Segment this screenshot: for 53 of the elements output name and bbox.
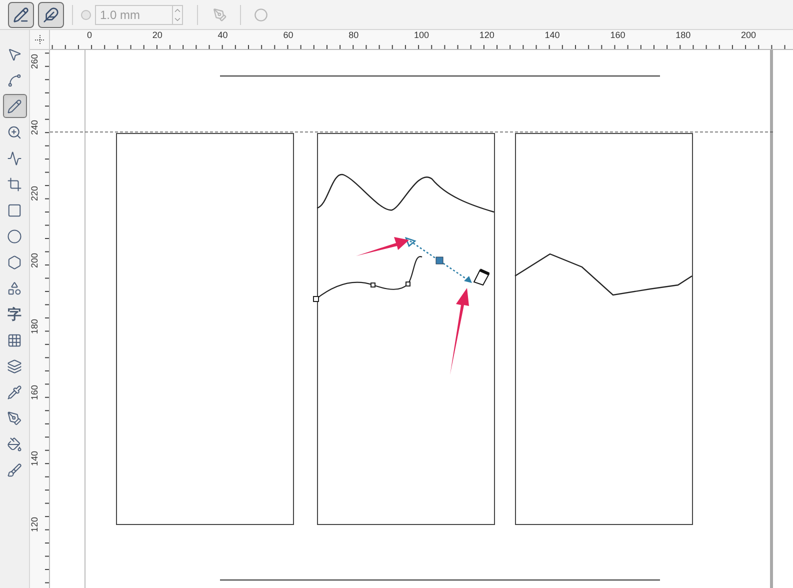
wave-icon <box>7 150 22 166</box>
ruler-label: 60 <box>283 31 294 40</box>
layers-icon <box>7 358 22 374</box>
pen-nib-icon <box>213 8 227 22</box>
dashed-pen-path-drawing[interactable] <box>404 236 472 283</box>
text-tool-button[interactable]: 字 <box>2 302 26 326</box>
pencil-icon <box>7 98 22 114</box>
pointer-icon <box>7 46 22 62</box>
ruler-label: 80 <box>348 31 359 40</box>
curve-node-icon <box>7 72 22 88</box>
ruler-label: 140 <box>30 450 40 468</box>
freehand-tool-button[interactable] <box>2 94 26 118</box>
polygon-icon <box>7 254 22 270</box>
brush-icon <box>7 462 22 478</box>
ruler-label: 120 <box>30 516 40 534</box>
ruler-label: 160 <box>30 384 40 402</box>
outline-width-icon <box>81 10 91 20</box>
paint-bucket-icon <box>7 436 22 452</box>
ruler-label: 160 <box>610 31 626 40</box>
arrow-annotation <box>356 237 409 256</box>
ruler-label: 140 <box>544 31 560 40</box>
freehand-curve-drawing[interactable] <box>313 256 422 302</box>
ruler-label: 180 <box>676 31 691 40</box>
ruler-label: 240 <box>30 119 40 137</box>
shapes-icon <box>7 280 22 296</box>
crop-icon <box>7 176 22 192</box>
ruler-label: 180 <box>30 318 40 336</box>
eyedropper-icon <box>7 384 22 400</box>
ruler-label: 40 <box>218 31 228 40</box>
pen-cursor-icon <box>473 268 490 286</box>
rectangle-frame[interactable] <box>317 133 495 525</box>
auto-close-button[interactable] <box>8 2 34 28</box>
table-icon <box>7 332 22 348</box>
zoom-icon <box>7 124 22 140</box>
circle-icon <box>254 8 268 22</box>
ruler-label: 200 <box>741 31 756 40</box>
feather-pencil-icon <box>43 6 59 22</box>
ruler-label: 100 <box>414 31 430 40</box>
wavy-curve[interactable] <box>316 174 494 213</box>
origin-crosshair-icon <box>34 34 44 44</box>
ruler-label: 120 <box>479 31 494 40</box>
pen-nib-icon <box>7 410 22 426</box>
ruler-label: 200 <box>30 252 40 270</box>
ruler-corner[interactable] <box>30 30 50 50</box>
ruler-label: 220 <box>30 185 40 203</box>
rectangle-icon <box>7 202 22 218</box>
ruler-label: 20 <box>152 31 162 40</box>
pen-option-button[interactable] <box>38 2 64 28</box>
ruler-label: 260 <box>30 52 40 70</box>
pencil-line-icon <box>13 6 29 22</box>
zigzag-line[interactable] <box>514 253 692 296</box>
ruler-label: 0 <box>87 31 92 40</box>
ellipse-icon <box>7 228 22 244</box>
